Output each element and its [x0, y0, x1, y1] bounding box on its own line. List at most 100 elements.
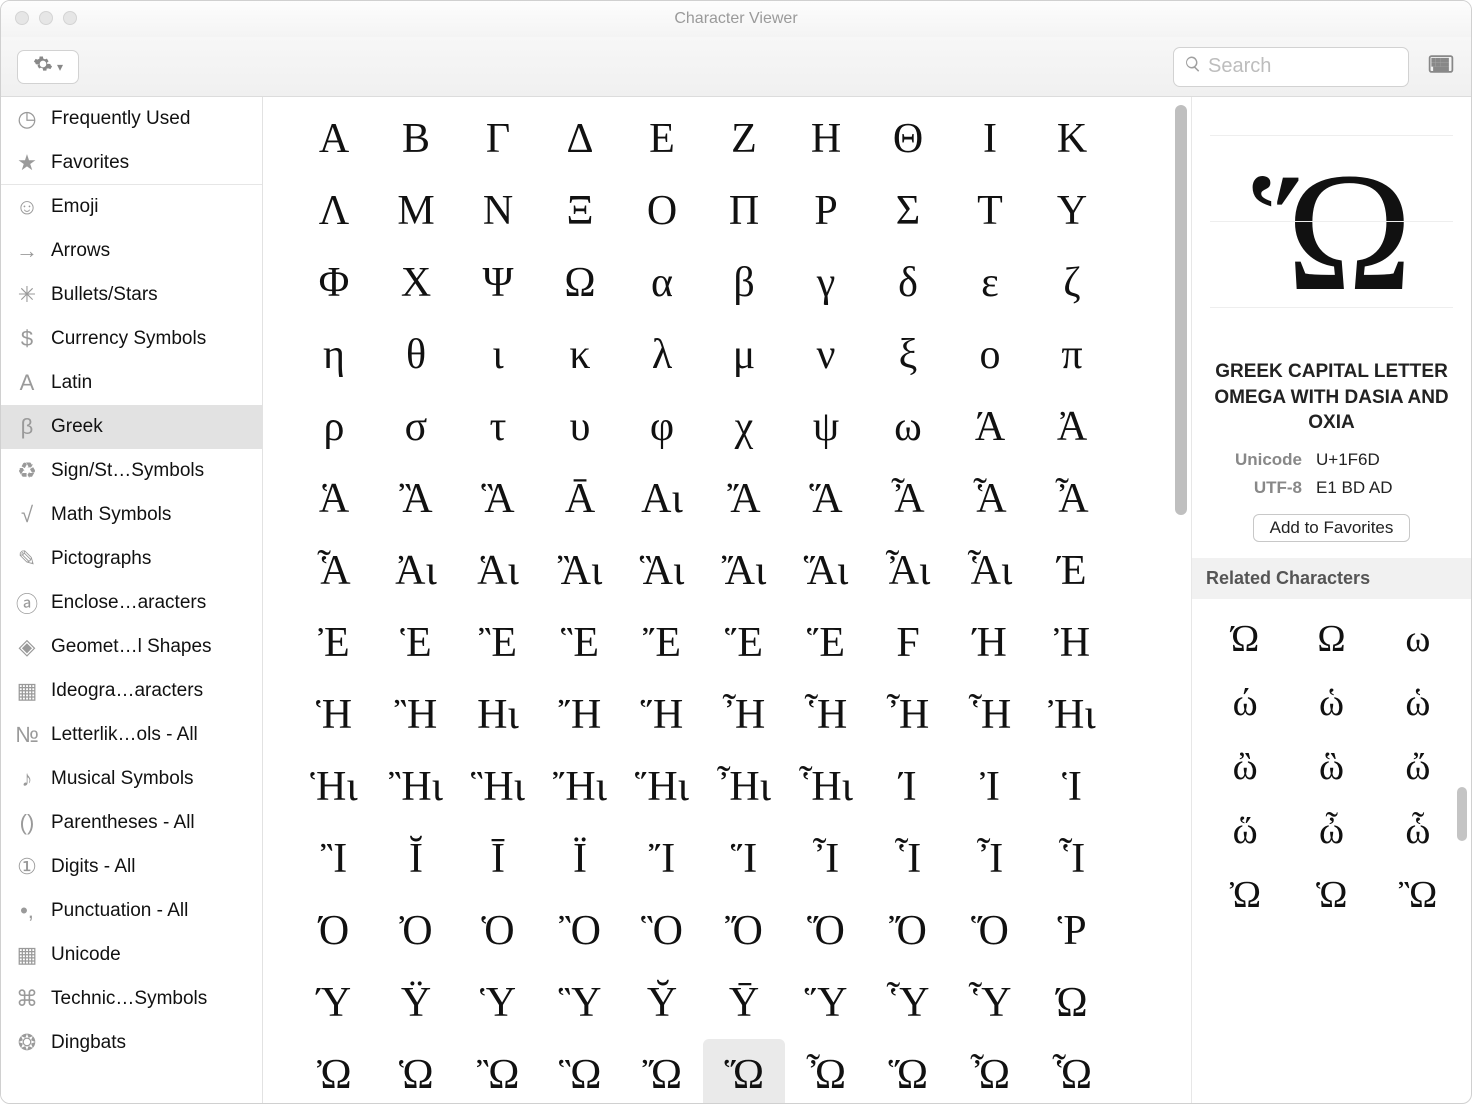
- sidebar-item[interactable]: ▦Unicode: [1, 933, 262, 977]
- character-cell[interactable]: Η: [785, 103, 867, 175]
- character-cell[interactable]: Ἠι: [1031, 679, 1113, 751]
- character-cell[interactable]: Ῥ: [1031, 895, 1113, 967]
- character-cell[interactable]: Ἦ: [867, 679, 949, 751]
- character-cell[interactable]: Ῡ: [703, 967, 785, 1039]
- scrollbar-thumb[interactable]: [1457, 787, 1467, 841]
- character-cell[interactable]: Ὑ: [457, 967, 539, 1039]
- sidebar-item[interactable]: ALatin: [1, 361, 262, 405]
- character-cell[interactable]: Ζ: [703, 103, 785, 175]
- character-cell[interactable]: Χ: [375, 247, 457, 319]
- character-cell[interactable]: Ἂ: [375, 463, 457, 535]
- close-icon[interactable]: [15, 11, 29, 25]
- sidebar-item[interactable]: ♻Sign/St…Symbols: [1, 449, 262, 493]
- character-cell[interactable]: Θ: [867, 103, 949, 175]
- character-cell[interactable]: τ: [457, 391, 539, 463]
- sidebar-item[interactable]: ◈Geomet…l Shapes: [1, 625, 262, 669]
- character-cell[interactable]: Ἲ: [293, 823, 375, 895]
- character-cell[interactable]: γ: [785, 247, 867, 319]
- sidebar-item[interactable]: •,Punctuation - All: [1, 889, 262, 933]
- character-cell[interactable]: μ: [703, 319, 785, 391]
- related-character-cell[interactable]: ὦ: [1288, 799, 1374, 863]
- character-cell[interactable]: Ἴ: [621, 823, 703, 895]
- character-cell[interactable]: Ὄ: [867, 895, 949, 967]
- character-cell[interactable]: ν: [785, 319, 867, 391]
- character-cell[interactable]: Ἥ: [621, 679, 703, 751]
- character-cell[interactable]: Ἅ: [785, 463, 867, 535]
- character-cell[interactable]: Ἄι: [703, 535, 785, 607]
- character-cell[interactable]: Υ: [1031, 175, 1113, 247]
- character-cell[interactable]: Ἢ: [375, 679, 457, 751]
- sidebar-item[interactable]: →Arrows: [1, 229, 262, 273]
- character-cell[interactable]: Ἷ: [1031, 823, 1113, 895]
- character-cell[interactable]: Κ: [1031, 103, 1113, 175]
- character-cell[interactable]: Ἄ: [703, 463, 785, 535]
- character-cell[interactable]: Ο: [621, 175, 703, 247]
- character-cell[interactable]: Αι: [621, 463, 703, 535]
- character-cell[interactable]: Ἰ: [949, 751, 1031, 823]
- character-cell[interactable]: Ἅι: [785, 535, 867, 607]
- character-cell[interactable]: Ᾱ: [539, 463, 621, 535]
- character-cell[interactable]: Ἇ: [293, 535, 375, 607]
- character-cell[interactable]: λ: [621, 319, 703, 391]
- character-cell[interactable]: Ή: [949, 607, 1031, 679]
- character-cell[interactable]: ζ: [1031, 247, 1113, 319]
- character-cell[interactable]: Ὁ: [457, 895, 539, 967]
- character-cell[interactable]: Τ: [949, 175, 1031, 247]
- character-cell[interactable]: Ἶ: [785, 823, 867, 895]
- related-character-cell[interactable]: Ω: [1288, 607, 1374, 671]
- character-cell[interactable]: Ἶ: [949, 823, 1031, 895]
- character-cell[interactable]: Ὥ: [867, 1039, 949, 1103]
- character-cell[interactable]: ο: [949, 319, 1031, 391]
- sidebar-item[interactable]: ✎Pictographs: [1, 537, 262, 581]
- sidebar-item[interactable]: ◷Frequently Used: [1, 97, 262, 141]
- character-cell[interactable]: Ἆι: [867, 535, 949, 607]
- character-cell[interactable]: σ: [375, 391, 457, 463]
- actions-menu-button[interactable]: ▾: [17, 50, 79, 84]
- character-cell[interactable]: Ἁ: [293, 463, 375, 535]
- related-character-cell[interactable]: Ὢ: [1375, 863, 1461, 927]
- character-cell[interactable]: Ύ: [293, 967, 375, 1039]
- search-field[interactable]: [1173, 47, 1409, 87]
- character-cell[interactable]: Ἱ: [1031, 751, 1113, 823]
- related-character-cell[interactable]: Ώ: [1202, 607, 1288, 671]
- search-input[interactable]: [1208, 55, 1398, 78]
- character-cell[interactable]: Ν: [457, 175, 539, 247]
- character-cell[interactable]: Π: [703, 175, 785, 247]
- character-cell[interactable]: Ἕ: [785, 607, 867, 679]
- character-cell[interactable]: Ῐ: [375, 823, 457, 895]
- zoom-icon[interactable]: [63, 11, 77, 25]
- related-character-cell[interactable]: ὡ: [1375, 671, 1461, 735]
- character-cell[interactable]: Δ: [539, 103, 621, 175]
- character-cell[interactable]: Ά: [949, 391, 1031, 463]
- sidebar-item[interactable]: ⌘Technic…Symbols: [1, 977, 262, 1021]
- character-cell[interactable]: Ἷ: [867, 823, 949, 895]
- related-character-cell[interactable]: Ὡ: [1288, 863, 1374, 927]
- character-cell[interactable]: Ἤι: [539, 751, 621, 823]
- character-cell[interactable]: Ἑ: [375, 607, 457, 679]
- character-cell[interactable]: Ξ: [539, 175, 621, 247]
- sidebar-item[interactable]: ❂Dingbats: [1, 1021, 262, 1065]
- character-cell[interactable]: η: [293, 319, 375, 391]
- character-cell[interactable]: Ὗ: [949, 967, 1031, 1039]
- sidebar-item[interactable]: №Letterlik…ols - All: [1, 713, 262, 757]
- character-cell[interactable]: Ϝ: [867, 607, 949, 679]
- character-cell[interactable]: Ἇι: [949, 535, 1031, 607]
- character-cell[interactable]: Ῑ: [457, 823, 539, 895]
- character-cell[interactable]: Ὅ: [949, 895, 1031, 967]
- character-cell[interactable]: π: [1031, 319, 1113, 391]
- character-cell[interactable]: Ηι: [457, 679, 539, 751]
- character-cell[interactable]: Ἀι: [375, 535, 457, 607]
- character-cell[interactable]: Ἧι: [785, 751, 867, 823]
- character-cell[interactable]: Ἂι: [539, 535, 621, 607]
- character-cell[interactable]: Σ: [867, 175, 949, 247]
- character-cell[interactable]: Ὠ: [293, 1039, 375, 1103]
- character-cell[interactable]: Ὥ: [703, 1039, 785, 1103]
- character-cell[interactable]: Ἡι: [293, 751, 375, 823]
- character-cell[interactable]: Ὂ: [539, 895, 621, 967]
- character-cell[interactable]: Ἢι: [375, 751, 457, 823]
- character-cell[interactable]: Ϊ: [539, 823, 621, 895]
- character-cell[interactable]: Ἧ: [949, 679, 1031, 751]
- character-cell[interactable]: Ἓ: [539, 607, 621, 679]
- character-cell[interactable]: Ἵ: [703, 823, 785, 895]
- character-cell[interactable]: Ἥι: [621, 751, 703, 823]
